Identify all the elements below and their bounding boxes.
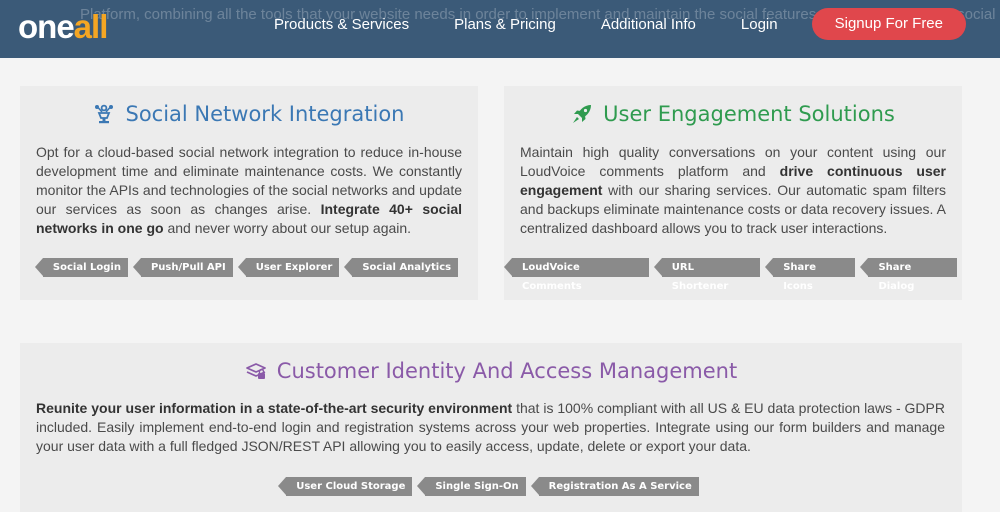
social-body-tail: and never worry about our setup again. [163, 220, 412, 236]
nav-additional-info[interactable]: Additional Info [601, 16, 696, 33]
tag-registration-as-a-service[interactable]: Registration As A Service [530, 477, 699, 496]
nav-login[interactable]: Login [741, 16, 778, 33]
rocket-icon [571, 103, 593, 125]
tag-share-icons[interactable]: Share Icons [765, 258, 856, 292]
tag-user-cloud-storage[interactable]: User Cloud Storage [278, 477, 413, 496]
engage-card-title: User Engagement Solutions [504, 99, 962, 129]
tag-push-pull-api[interactable]: Push/Pull API [132, 258, 233, 277]
engage-card-body: Maintain high quality conversations on y… [520, 143, 946, 238]
logo-one-text: one [18, 8, 75, 45]
tag-url-shortener[interactable]: URL Shortener [653, 258, 761, 292]
tag-social-analytics[interactable]: Social Analytics [344, 258, 459, 277]
ciam-card-body: Reunite your user information in a state… [36, 399, 945, 456]
main-nav: Products & Services Plans & Pricing Addi… [274, 0, 966, 48]
ciam-title-text: Customer Identity And Access Management [276, 359, 738, 383]
network-trophy-icon [93, 103, 115, 125]
signup-button[interactable]: Signup For Free [811, 8, 966, 40]
user-engagement-card: User Engagement Solutions Maintain high … [504, 86, 962, 300]
tag-social-login[interactable]: Social Login [34, 258, 128, 277]
social-card-title: Social Network Integration [20, 99, 478, 129]
engage-tags: LoudVoice Comments URL Shortener Share I… [504, 258, 962, 292]
social-title-text: Social Network Integration [125, 102, 405, 126]
ciam-body-highlight: Reunite your user information in a state… [36, 400, 513, 416]
ciam-tags: User Cloud Storage Single Sign-On Regist… [20, 477, 962, 496]
logo-all-text: all [73, 8, 109, 45]
oneall-logo[interactable]: one all [18, 8, 109, 45]
nav-products-services[interactable]: Products & Services [274, 16, 409, 33]
identity-card-icon [245, 360, 267, 382]
nav-plans-pricing[interactable]: Plans & Pricing [454, 16, 556, 33]
ciam-card: Customer Identity And Access Management … [20, 343, 962, 512]
tag-loudvoice-comments[interactable]: LoudVoice Comments [504, 258, 649, 292]
social-card-body: Opt for a cloud-based social network int… [36, 143, 462, 238]
site-header: Platform, combining all the tools that y… [0, 0, 1000, 58]
tag-share-dialog[interactable]: Share Dialog [860, 258, 957, 292]
social-integration-card: Social Network Integration Opt for a clo… [20, 86, 478, 300]
tag-single-sign-on[interactable]: Single Sign-On [417, 477, 526, 496]
engage-title-text: User Engagement Solutions [603, 102, 895, 126]
tag-user-explorer[interactable]: User Explorer [237, 258, 340, 277]
ciam-card-title: Customer Identity And Access Management [20, 356, 962, 386]
social-tags: Social Login Push/Pull API User Explorer… [20, 258, 478, 277]
